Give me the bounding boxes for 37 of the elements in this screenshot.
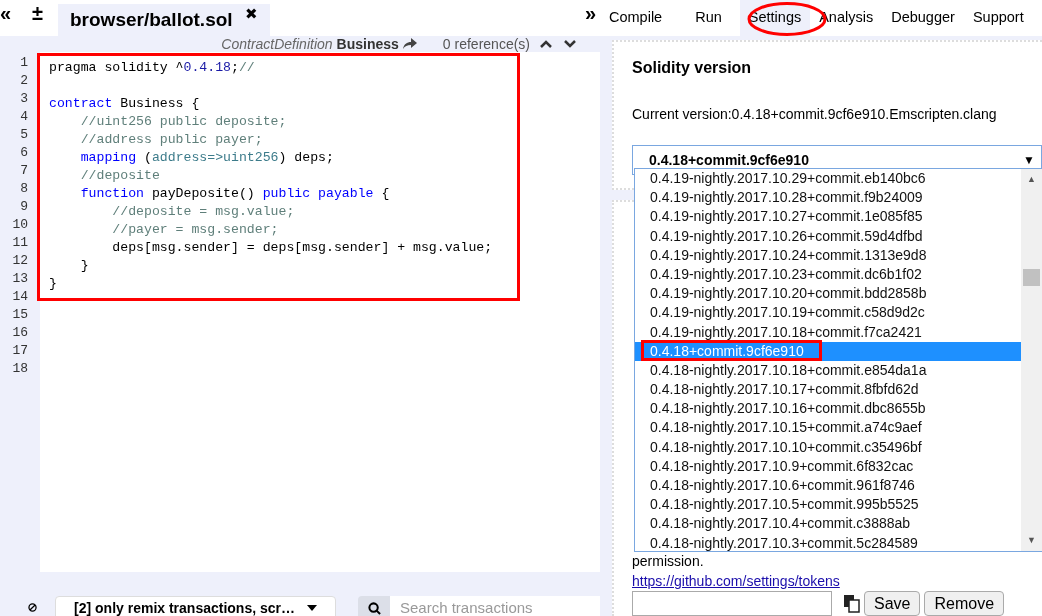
code-line: //deposite = msg.value; xyxy=(111,204,295,219)
line-number: 15 xyxy=(12,306,28,324)
line-number: 2 xyxy=(20,72,28,90)
dropdown-arrow-icon: ▼ xyxy=(1023,151,1035,169)
code-line: pragma solidity ^0.4.18;// xyxy=(49,60,255,75)
line-number: 5 xyxy=(20,126,28,144)
code-line: //deposite xyxy=(79,168,160,183)
code-line: mapping (address=>uint256) deps; xyxy=(79,150,334,165)
line-number: 18 xyxy=(12,360,28,378)
line-number: 9 xyxy=(20,198,28,216)
line-number: 13 xyxy=(12,270,28,288)
section-title: Solidity version xyxy=(632,58,753,78)
line-number: 14 xyxy=(12,288,28,306)
line-number: 11 xyxy=(12,234,28,252)
code-line: } xyxy=(79,258,89,273)
code-line: deps[msg.sender] = deps[msg.sender] + msg.value; xyxy=(111,240,493,255)
line-number: 3 xyxy=(20,90,28,108)
line-number: 10 xyxy=(12,216,28,234)
current-version-text: Current version:0.4.18+commit.9cf6e910.Emscripten.clang xyxy=(632,105,998,124)
permission-text: permission. xyxy=(632,553,705,569)
line-number: 7 xyxy=(20,162,28,180)
line-number: 16 xyxy=(12,324,28,342)
code-line: } xyxy=(49,276,57,291)
node-type-label: ContractDefinition xyxy=(221,34,333,54)
node-name-label: Business xyxy=(336,34,399,54)
references-label: 0 reference(s) xyxy=(442,34,530,54)
code-line: //address public payer; xyxy=(79,132,263,147)
line-number: 1 xyxy=(20,54,28,72)
line-number: 6 xyxy=(20,144,28,162)
line-number: 8 xyxy=(20,180,28,198)
code-line: //payer = msg.sender; xyxy=(111,222,279,237)
code-line: contract Business { xyxy=(49,96,200,111)
line-number: 4 xyxy=(20,108,28,126)
code-line: //uint256 public deposite; xyxy=(79,114,287,129)
code-line: function payDeposite() public payable { xyxy=(79,186,390,201)
line-number: 17 xyxy=(12,342,28,360)
line-number: 12 xyxy=(12,252,28,270)
